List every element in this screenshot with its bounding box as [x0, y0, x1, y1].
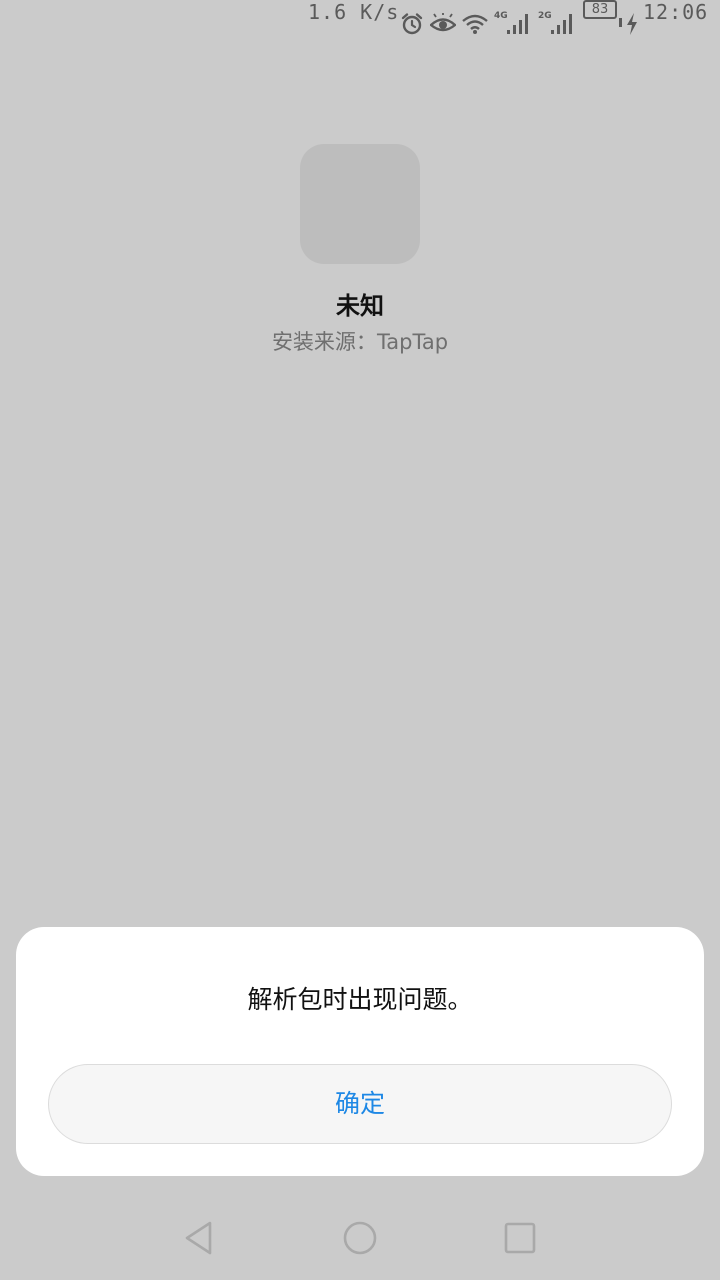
- dialog-message: 解析包时出现问题。: [247, 985, 473, 1014]
- clock: 12:06: [643, 0, 709, 24]
- install-source-label: 安装来源：: [271, 330, 377, 354]
- charging-icon: [627, 13, 637, 35]
- eye-comfort-icon: [430, 13, 456, 32]
- install-source-value: TapTap: [376, 330, 449, 354]
- status-bar: 1.6 K/s 4G 2G 83 12:06: [0, 0, 720, 48]
- alarm-icon: [401, 13, 423, 35]
- app-name: 未知: [336, 291, 384, 320]
- install-source: 安装来源：TapTap: [0, 326, 720, 356]
- confirm-button[interactable]: 确定: [48, 1064, 672, 1144]
- back-icon[interactable]: [180, 1218, 220, 1258]
- network-speed: 1.6 K/s: [308, 0, 400, 24]
- error-dialog: 解析包时出现问题。 确定: [16, 927, 704, 1176]
- battery-icon: 83: [583, 0, 617, 19]
- home-icon[interactable]: [340, 1218, 380, 1258]
- signal-2g-icon: [551, 14, 572, 34]
- wifi-icon: [462, 14, 488, 34]
- battery-tip: [619, 18, 622, 27]
- recents-icon[interactable]: [500, 1218, 540, 1258]
- signal-4g-icon: [507, 14, 528, 34]
- app-icon: [300, 144, 420, 264]
